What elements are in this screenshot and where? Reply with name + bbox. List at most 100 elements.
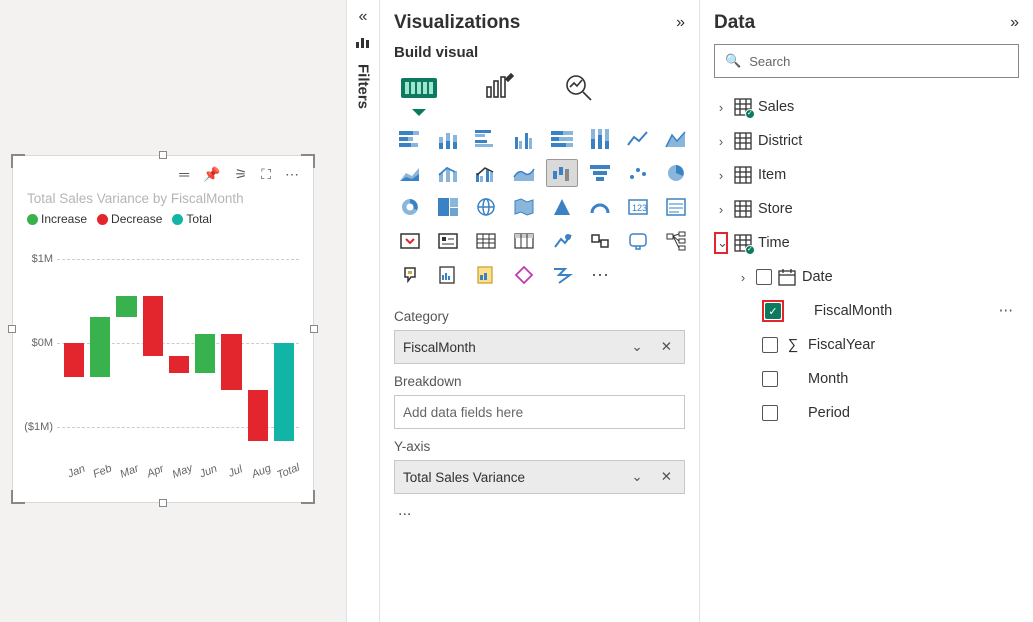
resize-handle-bl[interactable] (11, 490, 25, 504)
viz-smart-narrative[interactable] (432, 261, 464, 289)
chart-bar[interactable] (169, 356, 189, 373)
viz-decomposition-tree[interactable] (660, 227, 692, 255)
viz-paginated-report[interactable] (470, 261, 502, 289)
viz-scatter[interactable] (622, 159, 654, 187)
viz-area[interactable] (660, 125, 692, 153)
viz-ribbon[interactable] (508, 159, 540, 187)
viz-slicer[interactable] (432, 227, 464, 255)
chevron-right-icon[interactable]: › (714, 134, 728, 149)
chevron-down-icon[interactable]: ⌄ (714, 232, 728, 254)
yaxis-field-well[interactable]: Total Sales Variance ⌄ ✕ (394, 460, 685, 494)
viz-qna[interactable] (394, 261, 426, 289)
resize-handle-bottom[interactable] (159, 499, 167, 507)
chart-bar[interactable] (116, 296, 136, 317)
resize-handle-right[interactable] (310, 325, 318, 333)
tab-build-visual[interactable] (398, 67, 440, 109)
chart-bar[interactable] (274, 343, 294, 441)
resize-handle-left[interactable] (8, 325, 16, 333)
viz-gauge[interactable] (584, 193, 616, 221)
viz-pie[interactable] (660, 159, 692, 187)
viz-more-visuals[interactable]: ⋯ (584, 261, 616, 289)
chart-bar[interactable] (64, 343, 84, 377)
field-fiscalmonth[interactable]: ✓ FiscalMonth ⋯ (714, 294, 1019, 328)
more-fields-icon[interactable]: ... (394, 494, 685, 528)
field-period[interactable]: Period (714, 396, 1019, 430)
resize-handle-br[interactable] (301, 490, 315, 504)
viz-clustered-column[interactable] (508, 125, 540, 153)
filters-pane-collapsed[interactable]: « Filters (346, 0, 380, 622)
checkbox[interactable] (762, 371, 778, 387)
table-time[interactable]: ⌄ Time (714, 226, 1019, 260)
breakdown-field-well[interactable]: Add data fields here (394, 395, 685, 429)
viz-waterfall[interactable] (546, 159, 578, 187)
chevron-right-icon[interactable]: › (736, 270, 750, 285)
checkbox[interactable] (756, 269, 772, 285)
viz-stacked-column[interactable] (432, 125, 464, 153)
viz-power-automate[interactable] (546, 261, 578, 289)
chevron-right-icon[interactable]: › (714, 100, 728, 115)
resize-handle-tr[interactable] (301, 154, 315, 168)
checkbox[interactable] (762, 405, 778, 421)
viz-stacked-bar[interactable] (394, 125, 426, 153)
viz-azure-map[interactable] (546, 193, 578, 221)
focus-mode-icon[interactable]: ⛶ (261, 166, 271, 183)
remove-field-icon[interactable]: ✕ (657, 339, 676, 355)
category-field-well[interactable]: FiscalMonth ⌄ ✕ (394, 330, 685, 364)
table-store[interactable]: › Store (714, 192, 1019, 226)
filters-expand-icon[interactable]: « (359, 8, 368, 26)
tab-format-visual[interactable] (478, 67, 520, 109)
field-month[interactable]: Month (714, 362, 1019, 396)
visualizations-collapse-icon[interactable]: » (676, 14, 685, 32)
viz-power-apps[interactable] (508, 261, 540, 289)
field-date[interactable]: › Date (714, 260, 1019, 294)
remove-field-icon[interactable]: ✕ (657, 469, 676, 485)
more-options-icon[interactable]: ⋯ (285, 166, 299, 183)
viz-line[interactable] (622, 125, 654, 153)
data-collapse-icon[interactable]: » (1010, 14, 1019, 32)
viz-key-influencers[interactable] (622, 227, 654, 255)
table-item[interactable]: › Item (714, 158, 1019, 192)
viz-r-visual[interactable] (546, 227, 578, 255)
viz-funnel[interactable] (584, 159, 616, 187)
chart-bar[interactable] (221, 334, 241, 390)
chevron-down-icon[interactable]: ⌄ (627, 339, 646, 355)
chevron-down-icon[interactable]: ⌄ (627, 469, 646, 485)
viz-python-visual[interactable] (584, 227, 616, 255)
viz-table[interactable] (470, 227, 502, 255)
report-canvas[interactable]: ═ 📌 ⚞ ⛶ ⋯ Total Sales Variance by Fiscal… (0, 0, 346, 622)
chart-bar[interactable] (195, 334, 215, 372)
viz-card[interactable]: 123 (622, 193, 654, 221)
chart-visual-container[interactable]: ═ 📌 ⚞ ⛶ ⋯ Total Sales Variance by Fiscal… (12, 155, 314, 503)
filter-icon[interactable]: ⚞ (235, 166, 248, 183)
viz-clustered-bar[interactable] (470, 125, 502, 153)
field-more-icon[interactable]: ⋯ (999, 303, 1020, 319)
tab-analytics[interactable] (558, 67, 600, 109)
viz-filled-map[interactable] (508, 193, 540, 221)
drill-icon[interactable]: ═ (179, 166, 189, 183)
viz-multi-row-card[interactable] (660, 193, 692, 221)
viz-100-stacked-bar[interactable] (546, 125, 578, 153)
table-district[interactable]: › District (714, 124, 1019, 158)
chart-bar[interactable] (90, 317, 110, 377)
search-input[interactable]: 🔍 Search (714, 44, 1019, 78)
viz-treemap[interactable] (432, 193, 464, 221)
viz-map[interactable] (470, 193, 502, 221)
viz-donut[interactable] (394, 193, 426, 221)
viz-kpi[interactable] (394, 227, 426, 255)
chevron-right-icon[interactable]: › (714, 168, 728, 183)
viz-100-stacked-column[interactable] (584, 125, 616, 153)
table-sales[interactable]: › Sales (714, 90, 1019, 124)
checkbox-checked[interactable]: ✓ (765, 303, 781, 319)
resize-handle-tl[interactable] (11, 154, 25, 168)
viz-line-stacked-column[interactable] (432, 159, 464, 187)
field-fiscalyear[interactable]: ∑ FiscalYear (714, 328, 1019, 362)
chevron-right-icon[interactable]: › (714, 202, 728, 217)
resize-handle-top[interactable] (159, 151, 167, 159)
viz-line-clustered-column[interactable] (470, 159, 502, 187)
chart-bar[interactable] (248, 390, 268, 441)
checkbox[interactable] (762, 337, 778, 353)
pin-icon[interactable]: 📌 (203, 166, 220, 183)
viz-stacked-area[interactable] (394, 159, 426, 187)
chart-bar[interactable] (143, 296, 163, 356)
viz-matrix[interactable] (508, 227, 540, 255)
